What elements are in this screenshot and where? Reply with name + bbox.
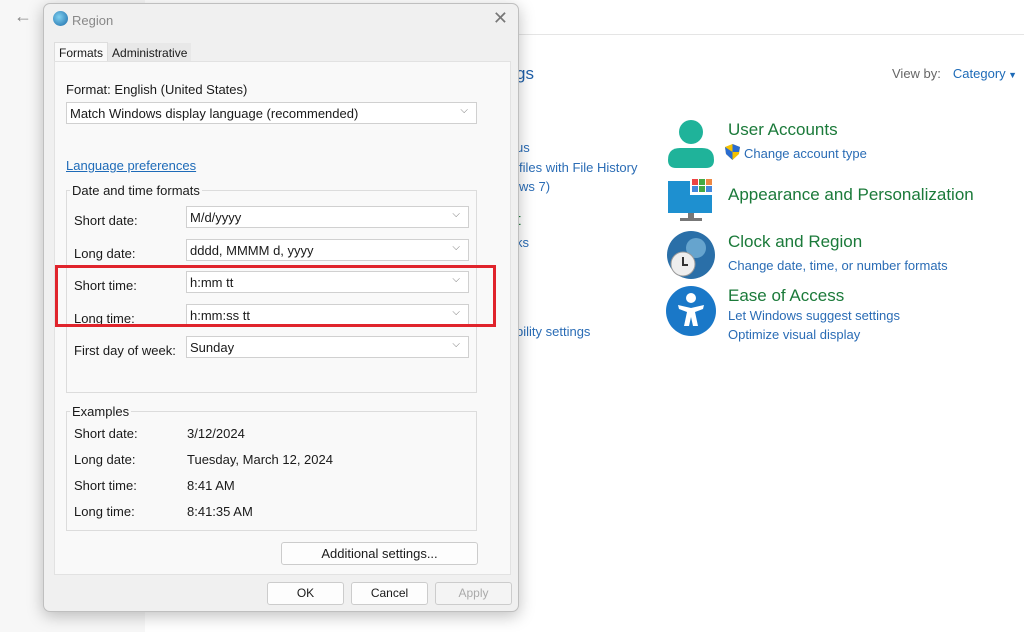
chevron-down-icon: ⌵ (460, 105, 468, 116)
change-account-type-link[interactable]: Change account type (744, 146, 867, 161)
group-label: Examples (70, 404, 132, 419)
short-date-dropdown[interactable]: M/d/yyyy ⌵ (186, 206, 469, 228)
example-value: 8:41:35 AM (187, 504, 253, 519)
close-icon[interactable]: ✕ (493, 8, 508, 29)
format-value: Match Windows display language (recommen… (70, 106, 359, 121)
chevron-down-icon: ⌵ (452, 209, 460, 220)
example-label: Short time: (74, 478, 137, 493)
back-arrow-icon[interactable]: ← (14, 6, 32, 27)
example-value: 8:41 AM (187, 478, 235, 493)
value: M/d/yyyy (190, 210, 242, 225)
additional-settings-button[interactable]: Additional settings... (281, 542, 478, 565)
example-label: Long date: (74, 452, 136, 467)
change-formats-link[interactable]: Change date, time, or number formats (728, 258, 948, 273)
user-icon (668, 120, 714, 168)
apply-button[interactable]: Apply (435, 582, 512, 605)
globe-icon (53, 11, 68, 26)
tab-formats[interactable]: Formats (54, 42, 109, 62)
dialog-title: Region (72, 13, 114, 28)
category-title[interactable]: Ease of Access (728, 286, 844, 306)
example-value: Tuesday, March 12, 2024 (187, 452, 333, 467)
shield-icon (725, 144, 740, 160)
cancel-button[interactable]: Cancel (351, 582, 428, 605)
ok-button[interactable]: OK (267, 582, 344, 605)
value: Sunday (190, 340, 235, 355)
example-value: 3/12/2024 (187, 426, 245, 441)
group-label: Date and time formats (70, 183, 202, 198)
view-by: View by: Category ▼ (892, 66, 1018, 81)
chevron-down-icon: ⌵ (452, 339, 460, 350)
format-row-label: Short date: (74, 213, 138, 228)
chevron-down-icon: ⌵ (452, 242, 460, 253)
link-fragment[interactable]: bility settings (516, 324, 590, 339)
view-by-label: View by: (892, 66, 941, 81)
view-by-dropdown[interactable]: Category (953, 66, 1006, 81)
monitor-icon (668, 177, 714, 221)
example-label: Long time: (74, 504, 135, 519)
highlight-box (55, 265, 496, 327)
format-row-label: First day of week: (74, 343, 176, 358)
language-preferences-link[interactable]: Language preferences (66, 158, 196, 173)
long-date-dropdown[interactable]: dddd, MMMM d, yyyy ⌵ (186, 239, 469, 261)
tab-administrative[interactable]: Administrative (108, 43, 192, 63)
first-day-dropdown[interactable]: Sunday ⌵ (186, 336, 469, 358)
link-fragment[interactable]: ws 7) (519, 179, 550, 194)
category-title[interactable]: User Accounts (728, 120, 838, 140)
category-title[interactable]: Clock and Region (728, 232, 862, 252)
value: dddd, MMMM d, yyyy (190, 243, 314, 258)
format-label: Format: English (United States) (66, 82, 248, 97)
suggest-settings-link[interactable]: Let Windows suggest settings (728, 308, 900, 323)
optimize-display-link[interactable]: Optimize visual display (728, 327, 860, 342)
link-fragment[interactable]: files with File History (519, 160, 637, 175)
accessibility-icon (666, 286, 716, 336)
format-dropdown[interactable]: Match Windows display language (recommen… (66, 102, 477, 124)
clock-globe-icon (667, 231, 715, 279)
category-title[interactable]: Appearance and Personalization (728, 185, 974, 205)
divider (518, 34, 1024, 35)
format-row-label: Long date: (74, 246, 136, 261)
example-label: Short date: (74, 426, 138, 441)
